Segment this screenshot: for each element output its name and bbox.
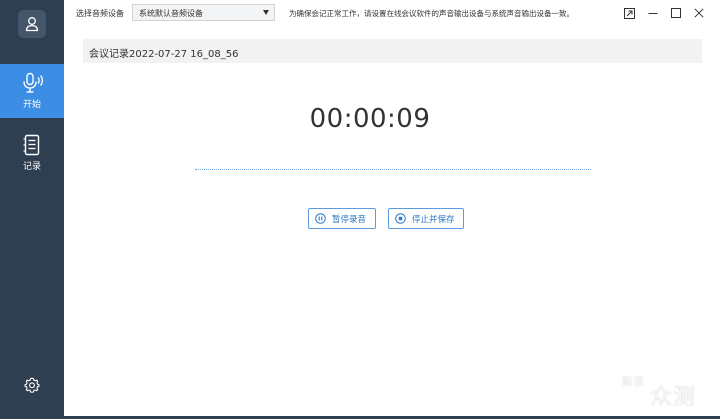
audio-device-value: 系统默认音频设备	[139, 9, 203, 18]
audio-waveform	[195, 169, 591, 170]
sidebar-item-label: 记录	[22, 162, 41, 172]
top-bar: 选择音频设备 系统默认音频设备 为确保会记正常工作，请设置在线会议软件的声音输出…	[64, 0, 720, 26]
record-title: 会议记录2022-07-27 16_08_56	[89, 49, 239, 60]
stop-icon	[395, 213, 406, 224]
device-hint-text: 为确保会记正常工作，请设置在线会议软件的声音输出设备与系统声音输出设备一致。	[289, 9, 574, 18]
pause-icon	[315, 213, 326, 224]
gear-icon	[24, 377, 40, 393]
maximize-icon	[671, 8, 681, 18]
audio-device-select[interactable]: 系统默认音频设备	[132, 4, 275, 21]
watermark-seal: 新浪	[622, 375, 644, 388]
minimize-button[interactable]	[646, 6, 660, 20]
stop-and-save-label: 停止并保存	[412, 214, 455, 225]
microphone-icon	[23, 72, 44, 93]
user-avatar-button[interactable]	[18, 10, 46, 38]
app-window: 开始 记录 选择音频设备 系统默认音频设备 为确保会记正常工作，请设置在线会议软…	[0, 0, 720, 419]
timer-container: 00:00:09	[0, 104, 720, 134]
watermark-text: 众测	[650, 385, 697, 410]
pause-recording-button[interactable]: 暂停录音	[308, 208, 376, 229]
watermark: 新浪 众测	[622, 373, 714, 411]
chevron-down-icon	[263, 10, 269, 15]
sidebar-item-records[interactable]: 记录	[0, 126, 64, 180]
recording-timer: 00:00:09	[309, 104, 431, 134]
record-title-bar: 会议记录2022-07-27 16_08_56	[83, 39, 702, 63]
close-button[interactable]	[692, 6, 706, 20]
pause-recording-label: 暂停录音	[332, 214, 367, 225]
device-label: 选择音频设备	[76, 9, 124, 18]
sidebar: 开始 记录	[0, 0, 64, 419]
close-icon	[694, 8, 704, 18]
notebook-icon	[23, 134, 40, 156]
maximize-button[interactable]	[669, 6, 683, 20]
user-icon	[25, 17, 39, 32]
settings-button[interactable]	[21, 374, 43, 396]
pin-window-button[interactable]	[622, 6, 636, 20]
stop-and-save-button[interactable]: 停止并保存	[388, 208, 464, 229]
minimize-icon	[648, 13, 658, 14]
pin-window-icon	[623, 7, 635, 19]
